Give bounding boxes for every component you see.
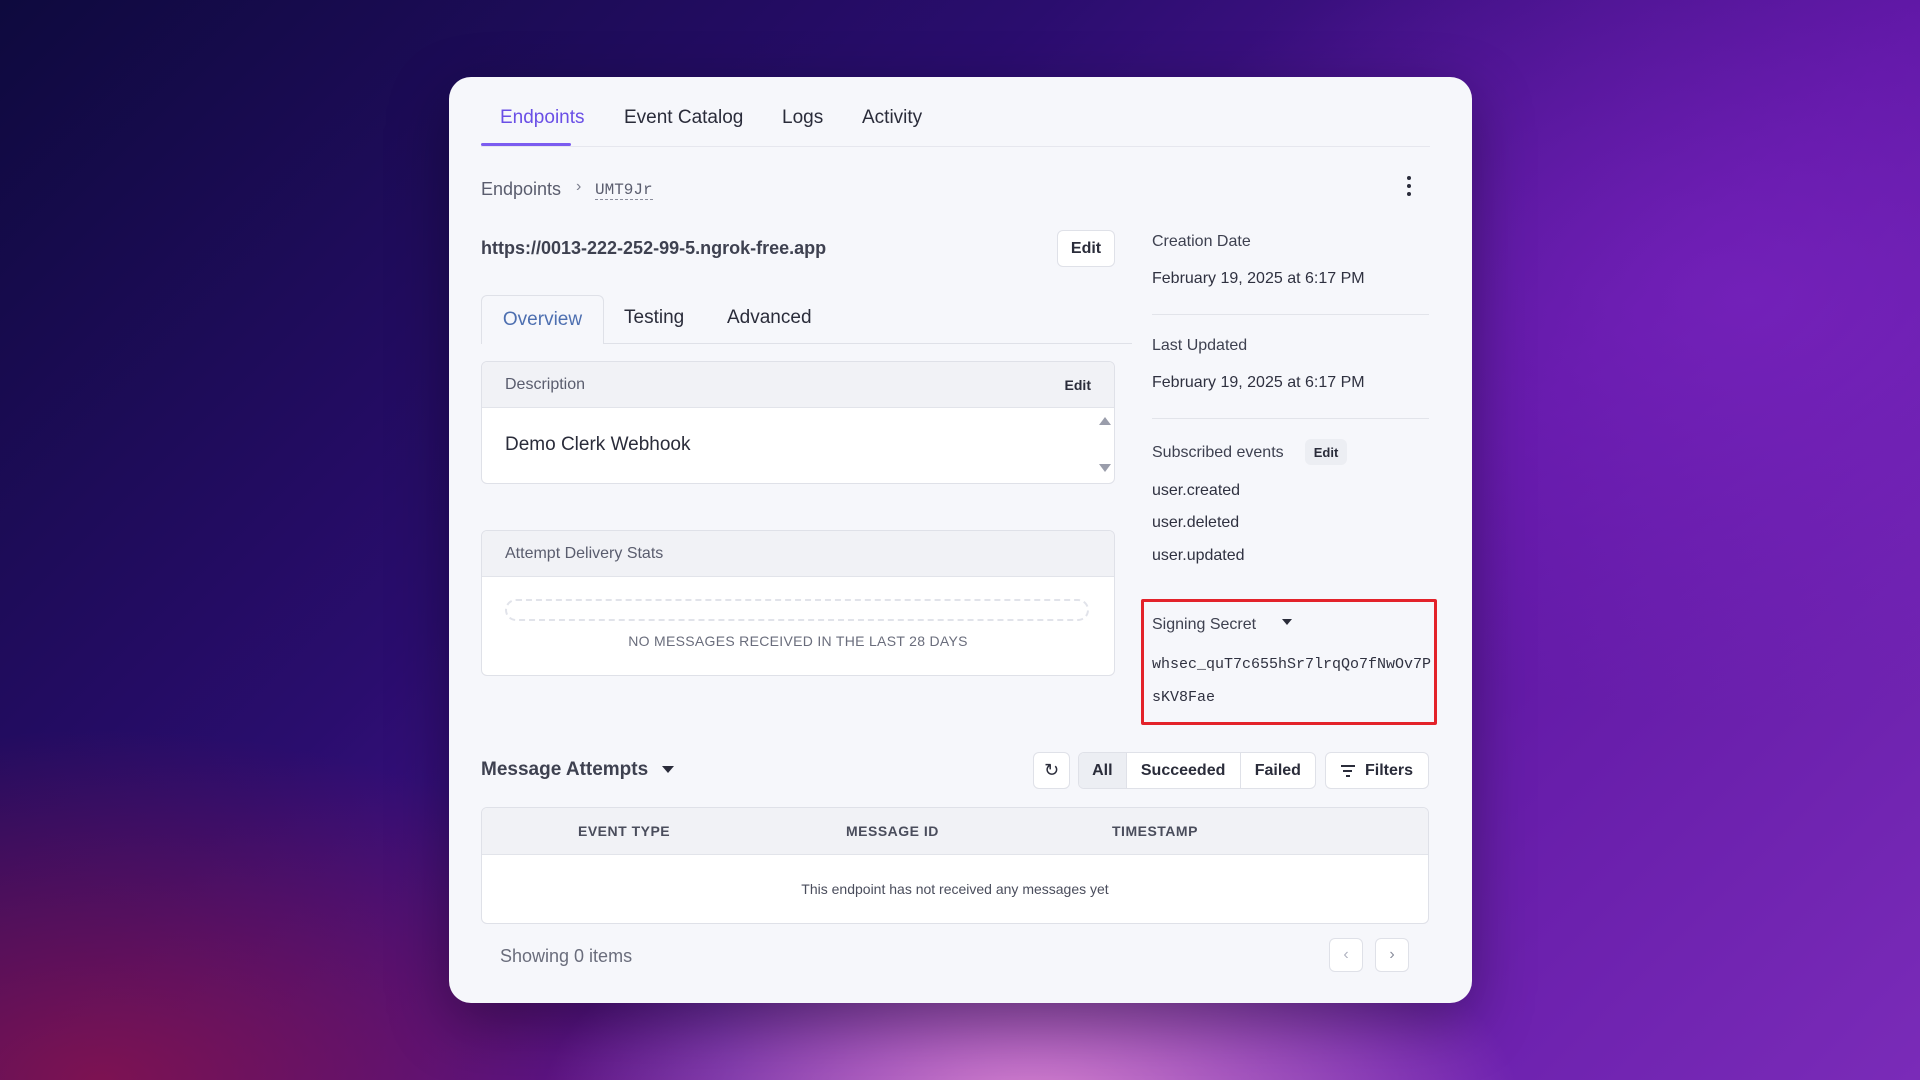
stats-empty-text: NO MESSAGES RECEIVED IN THE LAST 28 DAYS — [628, 633, 968, 649]
edit-description-button[interactable]: Edit — [1065, 377, 1091, 393]
column-timestamp[interactable]: TIMESTAMP — [1112, 823, 1198, 839]
column-event-type[interactable]: EVENT TYPE — [578, 823, 670, 839]
details-divider — [1152, 314, 1429, 315]
scroll-down-icon[interactable] — [1099, 464, 1111, 472]
last-updated-label: Last Updated — [1152, 337, 1248, 354]
tab-activity[interactable]: Activity — [862, 107, 922, 129]
caret-down-icon[interactable] — [662, 766, 674, 773]
description-title: Description — [505, 375, 586, 393]
signing-secret-line-2: sKV8Fae — [1152, 689, 1216, 706]
filter-succeeded[interactable]: Succeeded — [1127, 753, 1241, 788]
tab-logs[interactable]: Logs — [782, 107, 823, 129]
event-item: user.deleted — [1152, 514, 1240, 531]
stats-bar-placeholder — [505, 599, 1089, 621]
last-updated-value: February 19, 2025 at 6:17 PM — [1152, 374, 1365, 391]
description-header: Description Edit — [482, 362, 1114, 408]
event-item: user.updated — [1152, 547, 1245, 564]
filter-icon — [1340, 764, 1355, 777]
edit-events-button[interactable]: Edit — [1305, 439, 1347, 465]
subtab-overview[interactable]: Overview — [481, 295, 604, 344]
scroll-up-icon[interactable] — [1099, 417, 1111, 425]
edit-url-button[interactable]: Edit — [1057, 230, 1115, 267]
breadcrumb-endpoints[interactable]: Endpoints — [481, 179, 561, 200]
endpoint-url: https://0013-222-252-99-5.ngrok-free.app — [481, 238, 827, 258]
signing-secret-line-1: whsec_quT7c655hSr7lrqQo7fNwOv7P — [1152, 656, 1432, 673]
delivery-stats-panel: Attempt Delivery Stats NO MESSAGES RECEI… — [481, 530, 1115, 676]
status-filter-group: All Succeeded Failed — [1078, 752, 1316, 789]
tab-endpoints[interactable]: Endpoints — [500, 107, 585, 129]
active-tab-indicator — [481, 143, 571, 146]
creation-date-value: February 19, 2025 at 6:17 PM — [1152, 270, 1365, 287]
next-page-button[interactable]: › — [1375, 938, 1409, 972]
filters-button[interactable]: Filters — [1325, 752, 1429, 789]
signing-secret-label: Signing Secret — [1152, 616, 1257, 633]
subtab-testing[interactable]: Testing — [624, 307, 684, 329]
creation-date-label: Creation Date — [1152, 233, 1251, 250]
refresh-button[interactable]: ↻ — [1033, 752, 1070, 789]
column-message-id[interactable]: MESSAGE ID — [846, 823, 939, 839]
chevron-left-icon: ‹ — [1343, 946, 1349, 963]
filters-label: Filters — [1364, 761, 1413, 779]
chevron-right-icon: › — [1389, 946, 1395, 963]
filter-all[interactable]: All — [1079, 753, 1127, 788]
message-attempts-title: Message Attempts — [481, 759, 649, 780]
subtab-divider — [604, 343, 1132, 344]
description-text: Demo Clerk Webhook — [505, 434, 691, 455]
chevron-right-icon: › — [576, 178, 582, 195]
details-divider — [1152, 418, 1429, 419]
delivery-stats-title: Attempt Delivery Stats — [505, 544, 664, 562]
breadcrumb-endpoint-id[interactable]: UMT9Jr — [595, 181, 653, 200]
tabs-divider — [481, 146, 1430, 147]
description-panel: Description Edit Demo Clerk Webhook — [481, 361, 1115, 484]
endpoint-card: Endpoints Event Catalog Logs Activity En… — [449, 77, 1472, 1003]
prev-page-button[interactable]: ‹ — [1329, 938, 1363, 972]
table-empty-text: This endpoint has not received any messa… — [801, 881, 1109, 897]
tab-event-catalog[interactable]: Event Catalog — [624, 107, 743, 129]
event-item: user.created — [1152, 482, 1241, 499]
caret-down-icon[interactable] — [1282, 619, 1292, 625]
showing-count: Showing 0 items — [500, 946, 633, 966]
delivery-stats-header: Attempt Delivery Stats — [482, 531, 1114, 577]
subtab-advanced[interactable]: Advanced — [727, 307, 812, 329]
subscribed-events-label: Subscribed events — [1152, 444, 1284, 461]
more-options-icon[interactable] — [1399, 174, 1419, 198]
refresh-icon: ↻ — [1043, 760, 1060, 780]
filter-failed[interactable]: Failed — [1241, 753, 1315, 788]
